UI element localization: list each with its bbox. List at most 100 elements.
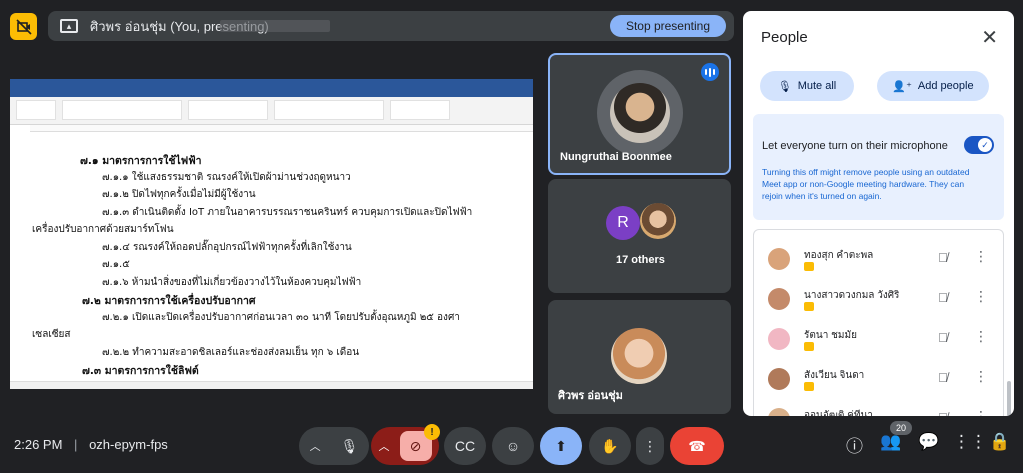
participant-row[interactable]: ทองสุก คำตะพล 🎙̸ ⋮ xyxy=(754,242,1003,282)
present-button[interactable]: ⬆ xyxy=(540,427,582,465)
shared-screen-document: ๗.๑ มาตรการการใช้ไฟฟ้า๗.๑.๑ ใช้แสงธรรมชา… xyxy=(10,79,533,389)
participant-row[interactable]: นางสาวดวงกมล วังศิริ 🎙̸ ⋮ xyxy=(754,282,1003,322)
captions-button[interactable]: CC xyxy=(444,427,486,465)
avatar xyxy=(768,368,790,390)
check-icon: ✓ xyxy=(978,138,992,152)
avatar xyxy=(768,408,790,416)
speaking-indicator-icon xyxy=(701,63,719,81)
mic-off-icon[interactable]: 🎙̸ xyxy=(938,410,948,416)
add-people-label: Add people xyxy=(917,80,974,92)
add-people-button[interactable]: 👤⁺ Add people xyxy=(877,71,989,101)
self-tile[interactable]: ศิวพร อ่อนชุ่ม xyxy=(548,300,731,414)
guest-badge-icon xyxy=(804,342,814,351)
raise-hand-button[interactable]: ✋ xyxy=(589,427,631,465)
participant-name: ออนอัฒติ ค่ทีนา xyxy=(804,410,873,416)
clock-time: 2:26 PM xyxy=(14,437,63,452)
meeting-info: 2:26 PM | ozh-epym-fps xyxy=(14,437,168,452)
meeting-code: ozh-epym-fps xyxy=(89,437,168,452)
end-call-icon: ☎ xyxy=(688,437,706,454)
add-person-icon: 👤⁺ xyxy=(892,80,912,93)
mute-all-label: Mute all xyxy=(797,80,837,92)
document-line: ๗.๑.๖ ห้ามนำสิ่งของที่ไม่เกี่ยวข้องวางไว… xyxy=(102,276,362,288)
chat-icon[interactable]: 💬 xyxy=(918,432,939,452)
word-ribbon xyxy=(10,97,533,125)
avatar xyxy=(768,248,790,270)
avatar xyxy=(768,328,790,350)
mute-all-button[interactable]: 🎙︎ Mute all xyxy=(760,71,854,101)
participant-row[interactable]: สังเวียน จินดา 🎙̸ ⋮ xyxy=(754,362,1003,402)
mic-toggle-label: Let everyone turn on their microphone xyxy=(762,140,948,152)
close-icon[interactable]: ✕ xyxy=(981,25,998,50)
document-line: เซลเซียส xyxy=(32,329,71,340)
participant-row[interactable]: รัตนา ชมมัย 🎙̸ ⋮ xyxy=(754,322,1003,362)
present-screen-icon: ▴ xyxy=(60,19,78,33)
mic-off-icon[interactable]: 🎙̸ xyxy=(938,250,948,265)
participant-name: Nungruthai Boonmee xyxy=(560,151,672,163)
participant-name: ทองสุก คำตะพล xyxy=(804,250,874,261)
document-line: ๗.๑.๑ ใช้แสงธรรมชาติ รณรงค์ให้เปิดผ้าม่า… xyxy=(102,171,351,183)
emoji-icon: ☺ xyxy=(505,438,521,454)
mic-control-group: ︿ 🎙︎ xyxy=(299,427,369,465)
end-call-button[interactable]: ☎ xyxy=(670,427,724,465)
participant-list: ทองสุก คำตะพล 🎙̸ ⋮ นางสาวดวงกมล วังศิริ 🎙̸ ⋮ ร… xyxy=(753,229,1004,416)
guest-badge-icon xyxy=(804,302,814,311)
reactions-button[interactable]: ☺ xyxy=(492,427,534,465)
info-icon[interactable]: ⓘ xyxy=(846,432,863,457)
participant-name: นางสาวดวงกมล วังศิริ xyxy=(804,290,900,301)
word-status-bar xyxy=(10,381,533,389)
more-vert-icon[interactable]: ⋮ xyxy=(974,248,988,265)
avatar-initial: R xyxy=(606,206,640,240)
more-vert-icon[interactable]: ⋮ xyxy=(974,368,988,385)
document-page: ๗.๑ มาตรการการใช้ไฟฟ้า๗.๑.๑ ใช้แสงธรรมชา… xyxy=(10,134,533,377)
word-title-bar xyxy=(10,79,533,89)
separator: | xyxy=(74,437,78,452)
screen-share-banner xyxy=(220,20,330,32)
document-line: ๗.๑.๔ รณรงค์ให้ถอดปลั๊กอุปกรณ์ไฟฟ้าทุกคร… xyxy=(102,241,352,253)
activities-icon[interactable]: ⋮⋮ xyxy=(953,432,987,452)
mic-off-icon[interactable]: 🎙̸ xyxy=(938,290,948,305)
guest-badge-icon xyxy=(804,382,814,391)
others-tile[interactable]: R 17 others xyxy=(548,179,731,293)
captions-icon: CC xyxy=(454,438,476,454)
chevron-up-icon[interactable]: ︿ xyxy=(310,438,321,454)
document-line: ๗.๒.๒ ทำความสะอาดชิลเลอร์และช่องส่งลมเย็… xyxy=(102,346,360,358)
scrollbar[interactable] xyxy=(1007,381,1011,416)
mic-permission-toggle[interactable]: ✓ xyxy=(964,136,994,154)
others-count-label: 17 others xyxy=(616,254,665,266)
more-vert-icon[interactable]: ⋮ xyxy=(974,288,988,305)
more-vert-icon[interactable]: ⋮ xyxy=(974,328,988,345)
document-line: ๗.๒.๑ เปิดและปิดเครื่องปรับอากาศก่อนเวลา… xyxy=(102,311,460,323)
stop-presenting-button[interactable]: Stop presenting xyxy=(609,15,726,37)
chevron-up-icon[interactable]: ︿ xyxy=(379,438,390,454)
more-options-button[interactable]: ⋮ xyxy=(636,427,664,465)
people-panel: People ✕ 🎙︎ Mute all 👤⁺ Add people Let e… xyxy=(743,11,1014,416)
more-vert-icon[interactable]: ⋮ xyxy=(974,408,988,416)
present-screen-icon: ⬆ xyxy=(555,437,567,454)
microphone-icon[interactable]: 🎙︎ xyxy=(341,438,359,455)
people-count-badge: 20 xyxy=(890,421,912,435)
mic-note: Turning this off might remove people usi… xyxy=(762,167,970,201)
avatar xyxy=(611,328,667,384)
mic-off-icon[interactable]: 🎙̸ xyxy=(938,370,948,385)
presenting-bar: ▴ ศิวพร อ่อนชุ่ม (You, presenting) Stop … xyxy=(48,11,734,41)
word-ruler xyxy=(30,125,533,132)
host-controls-icon[interactable]: 🔒 xyxy=(989,432,1010,452)
camera-off-indicator-icon xyxy=(10,13,37,40)
document-line: ๗.๑ มาตรการการใช้ไฟฟ้า xyxy=(80,155,202,167)
participant-name: รัตนา ชมมัย xyxy=(804,330,857,341)
avatar xyxy=(640,203,676,239)
document-line: ๗.๑.๒ ปิดไฟทุกครั้งเมื่อไม่มีผู้ใช้งาน xyxy=(102,189,256,200)
more-vert-icon: ⋮ xyxy=(643,437,657,454)
document-line: ๗.๒ มาตรการการใช้เครื่องปรับอากาศ xyxy=(82,295,256,307)
people-icon[interactable]: 👥 xyxy=(880,432,901,452)
participant-tile-speaking[interactable]: Nungruthai Boonmee xyxy=(548,53,731,175)
mic-permission-box: Let everyone turn on their microphone ✓ … xyxy=(753,114,1004,220)
panel-title: People xyxy=(761,29,808,46)
document-line: ๗.๑.๕ xyxy=(102,259,130,270)
word-ribbon-tabs xyxy=(10,89,533,97)
document-line: ๗.๑.๓ ดำเนินติดตั้ง IoT ภายในอาคารบรรณรา… xyxy=(102,206,473,218)
document-line: ๗.๓ มาตรการการใช้ลิฟต์ xyxy=(82,365,199,377)
mic-off-icon[interactable]: 🎙̸ xyxy=(938,330,948,345)
participant-row[interactable]: ออนอัฒติ ค่ทีนา 🎙̸ ⋮ xyxy=(754,402,1003,416)
guest-badge-icon xyxy=(804,262,814,271)
